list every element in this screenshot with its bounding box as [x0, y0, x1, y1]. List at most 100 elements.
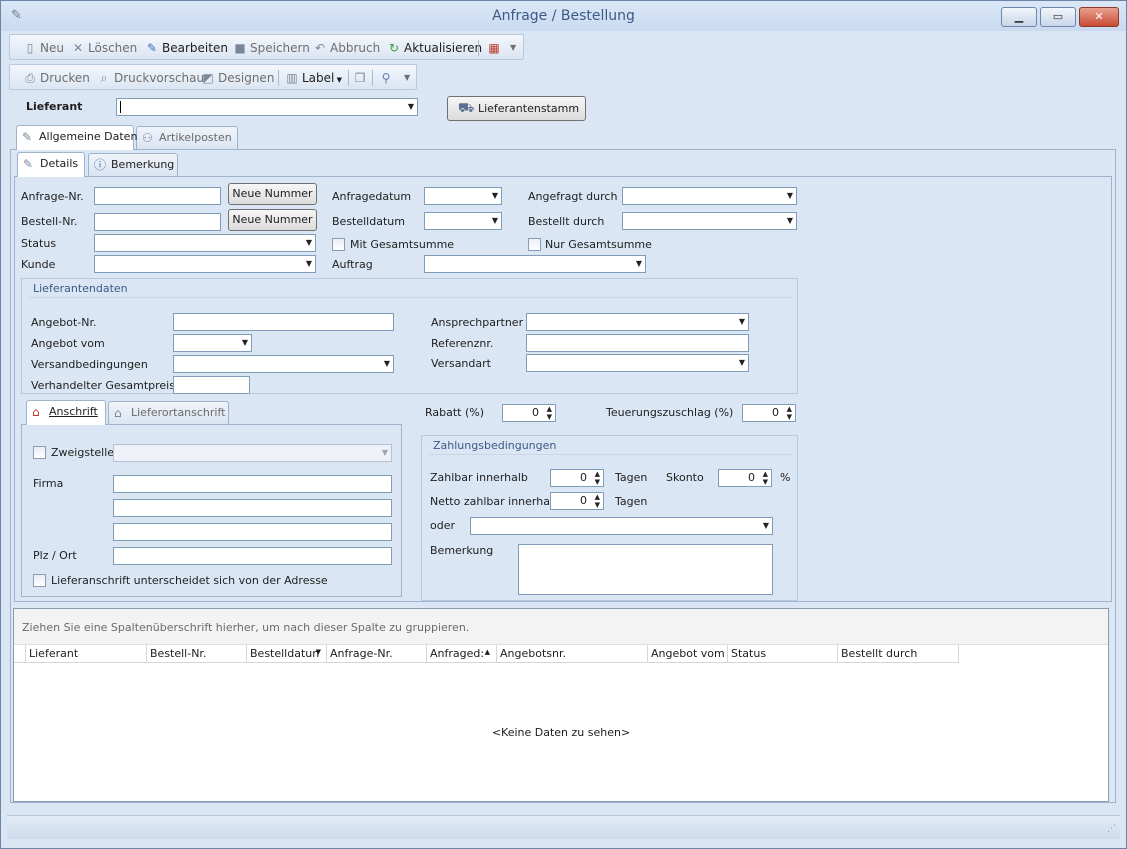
- auftrag-combobox[interactable]: ▼: [424, 255, 646, 273]
- column-header-lieferant[interactable]: Lieferant: [26, 645, 147, 663]
- aktualisieren-button[interactable]: ↻ Aktualisieren: [386, 39, 482, 57]
- attachment-button[interactable]: ⚲: [378, 69, 396, 87]
- barcode-icon: ▥: [286, 71, 298, 85]
- drucken-button[interactable]: ⎙ Drucken: [22, 69, 90, 87]
- angebot-vom-label: Angebot vom: [31, 337, 105, 350]
- resize-grip-icon[interactable]: ⋰: [1107, 824, 1116, 834]
- chevron-down-icon: ▼: [491, 216, 498, 225]
- truck-icon: ⛟: [458, 101, 475, 116]
- sort-desc-icon: ▼: [315, 648, 321, 656]
- firma-input-3[interactable]: [113, 523, 392, 541]
- sort-asc-icon: ▲: [484, 648, 490, 656]
- angebot-vom-picker[interactable]: ▼: [173, 334, 252, 352]
- tab-lieferortanschrift[interactable]: ⌂ Lieferortanschrift: [108, 401, 229, 425]
- neue-nummer-anfrage-button[interactable]: Neue Nummer: [228, 183, 317, 205]
- row-indicator-header: [14, 645, 26, 663]
- bemerkung-textarea[interactable]: [518, 544, 773, 595]
- minimize-button[interactable]: ▁: [1001, 7, 1037, 27]
- ansprechpartner-combobox[interactable]: ▼: [526, 313, 749, 331]
- plz-ort-input[interactable]: [113, 547, 392, 565]
- column-header-anfragedatum[interactable]: Anfraged: ▲: [427, 645, 497, 663]
- column-header-bestell-nr[interactable]: Bestell-Nr.: [147, 645, 247, 663]
- angefragt-durch-combobox[interactable]: ▼: [622, 187, 797, 205]
- mit-gesamtsumme-checkbox[interactable]: [332, 238, 345, 251]
- column-header-bestelldatum-label: Bestelldatun: [250, 647, 320, 660]
- loeschen-button[interactable]: ✕ Löschen: [70, 39, 137, 57]
- skonto-label: Skonto: [666, 471, 704, 484]
- versandart-label: Versandart: [431, 357, 491, 370]
- rabatt-spinner[interactable]: 0 ▲ ▼: [502, 404, 556, 422]
- chevron-down-icon: ▼: [635, 259, 642, 268]
- maximize-button[interactable]: ▭: [1040, 7, 1076, 27]
- netto-zahlbar-spinner[interactable]: 0 ▲ ▼: [550, 492, 604, 510]
- export-button[interactable]: ▦: [486, 39, 504, 57]
- grid-empty-message: <Keine Daten zu sehen>: [491, 726, 631, 739]
- toolbar-overflow-dropdown[interactable]: ▼: [510, 39, 516, 57]
- firma-input-2[interactable]: [113, 499, 392, 517]
- anfragedatum-picker[interactable]: ▼: [424, 187, 502, 205]
- rabatt-label: Rabatt (%): [425, 406, 485, 419]
- status-label: Status: [21, 237, 57, 250]
- bestell-nr-input[interactable]: [94, 213, 221, 231]
- copy-button[interactable]: ❐: [352, 69, 370, 87]
- column-header-status[interactable]: Status: [728, 645, 838, 663]
- paperclip-icon: ⚲: [381, 71, 391, 85]
- teuerung-spinner[interactable]: 0 ▲ ▼: [742, 404, 796, 422]
- tab-details[interactable]: ✎ Details: [17, 152, 85, 177]
- column-header-angebot-vom[interactable]: Angebot vom: [648, 645, 728, 663]
- zweigstelle-combobox[interactable]: ▼: [113, 444, 392, 462]
- versandbedingungen-combobox[interactable]: ▼: [173, 355, 394, 373]
- bestelldatum-picker[interactable]: ▼: [424, 212, 502, 230]
- zweigstelle-checkbox[interactable]: [33, 446, 46, 459]
- oder-combobox[interactable]: ▼: [470, 517, 773, 535]
- column-header-angebotsnr[interactable]: Angebotsnr.: [497, 645, 648, 663]
- orders-grid: Ziehen Sie eine Spaltenüberschrift hierh…: [13, 608, 1109, 802]
- neu-button[interactable]: ▯ Neu: [22, 39, 64, 57]
- chevron-down-icon: ▼: [407, 102, 414, 111]
- percent-label: %: [780, 471, 791, 484]
- tab-bemerkung[interactable]: ⓘ Bemerkung: [88, 153, 178, 177]
- teuerung-value: 0: [772, 406, 779, 419]
- skonto-spinner[interactable]: 0 ▲ ▼: [718, 469, 772, 487]
- druckvorschau-button[interactable]: ⌕ Druckvorschau: [96, 69, 205, 87]
- firma-input-1[interactable]: [113, 475, 392, 493]
- column-header-bestelldatum[interactable]: Bestelldatun ▼: [247, 645, 327, 663]
- tab-allgemeine-daten[interactable]: ✎ Allgemeine Daten: [16, 125, 137, 150]
- column-header-anfrage-nr[interactable]: Anfrage-Nr.: [327, 645, 427, 663]
- lieferanschrift-checkbox[interactable]: [33, 574, 46, 587]
- nur-gesamtsumme-checkbox[interactable]: [528, 238, 541, 251]
- refresh-icon: ↻: [388, 41, 400, 55]
- title-bar: ✎ Anfrage / Bestellung ▁ ▭ ✕: [1, 1, 1126, 31]
- firma-label: Firma: [33, 477, 64, 490]
- lieferantenstamm-button[interactable]: ⛟ Lieferantenstamm: [447, 96, 586, 121]
- new-doc-icon: ▯: [26, 41, 34, 55]
- neue-nummer-bestell-button[interactable]: Neue Nummer: [228, 209, 317, 231]
- column-header-bestellt-durch[interactable]: Bestellt durch: [838, 645, 959, 663]
- chevron-down-icon: ▼: [305, 259, 312, 268]
- tab-anschrift[interactable]: ⌂ Anschrift: [26, 400, 106, 425]
- zahlbar-innerhalb-spinner[interactable]: 0 ▲ ▼: [550, 469, 604, 487]
- referenznr-input[interactable]: [526, 334, 749, 352]
- speichern-button[interactable]: ■ Speichern: [232, 39, 310, 57]
- close-button[interactable]: ✕: [1079, 7, 1119, 27]
- status-combobox[interactable]: ▼: [94, 234, 316, 252]
- designen-button[interactable]: ◩ Designen: [200, 69, 274, 87]
- bearbeiten-button[interactable]: ✎ Bearbeiten: [144, 39, 228, 57]
- anfrage-nr-input[interactable]: [94, 187, 221, 205]
- chevron-down-icon: ▼: [786, 216, 793, 225]
- lieferant-combobox[interactable]: ▼: [116, 98, 418, 116]
- verhandelter-gesamtpreis-input[interactable]: [173, 376, 250, 394]
- label-dropdown-button[interactable]: ▥ Label ▼: [284, 69, 342, 87]
- tagen-label-2: Tagen: [615, 495, 648, 508]
- bemerkung-label: Bemerkung: [430, 544, 494, 557]
- toolbar-overflow-dropdown[interactable]: ▼: [404, 69, 410, 87]
- bestellt-durch-combobox[interactable]: ▼: [622, 212, 797, 230]
- group-by-area[interactable]: Ziehen Sie eine Spaltenüberschrift hierh…: [14, 609, 1108, 645]
- tab-artikelposten[interactable]: ⚇ Artikelposten: [136, 126, 238, 150]
- spinner-arrows-icon: ▲ ▼: [594, 493, 600, 509]
- abbruch-button[interactable]: ↶ Abbruch: [312, 39, 380, 57]
- kunde-combobox[interactable]: ▼: [94, 255, 316, 273]
- angebot-nr-input[interactable]: [173, 313, 394, 331]
- zahlungsbedingungen-title: Zahlungsbedingungen: [433, 439, 557, 452]
- versandart-combobox[interactable]: ▼: [526, 354, 749, 372]
